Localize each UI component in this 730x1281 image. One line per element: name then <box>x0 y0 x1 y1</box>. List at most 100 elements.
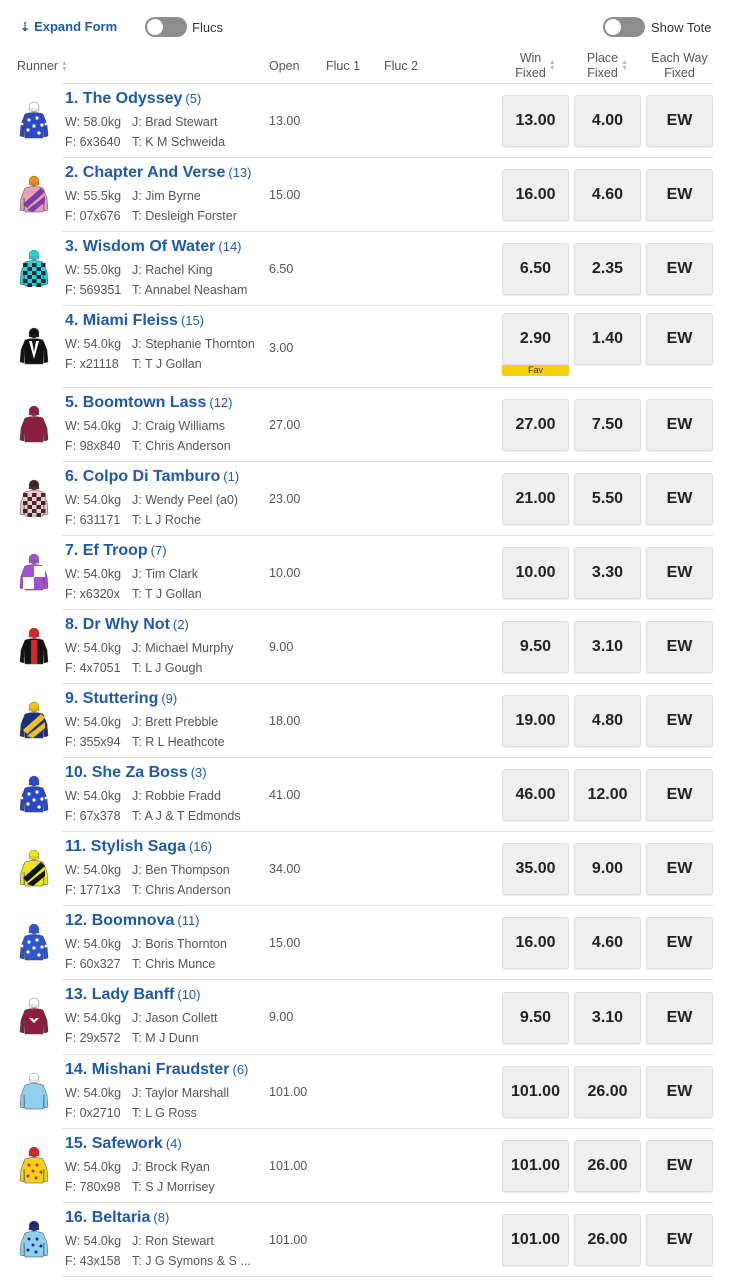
win-fixed-header[interactable]: Win Fixed ▲ ▼ <box>502 51 569 81</box>
win-fixed-button[interactable]: 101.00 <box>502 1140 569 1192</box>
win-fixed-button[interactable]: 101.00 <box>502 1214 569 1266</box>
win-fixed-button[interactable]: 21.00 <box>502 473 569 525</box>
win-fixed-button[interactable]: 19.00 <box>502 695 569 747</box>
runner-name-link[interactable]: 6. Colpo Di Tamburo (1) <box>65 468 239 486</box>
runner-name-link[interactable]: 16. Beltaria (8) <box>65 1209 169 1227</box>
win-fixed-button[interactable]: 9.50 <box>502 621 569 673</box>
form-text: F: x21118 <box>65 357 119 371</box>
expand-form-button[interactable]: ⇣ Expand Form <box>20 19 117 34</box>
place-fixed-button[interactable]: 12.00 <box>574 769 641 821</box>
place-header-line2: Fixed <box>587 66 618 80</box>
place-fixed-header[interactable]: Place Fixed ▲ ▼ <box>574 51 641 81</box>
place-fixed-button[interactable]: 2.35 <box>574 243 641 295</box>
place-header-line1: Place <box>586 51 619 65</box>
jockey-text: J: Rachel King <box>132 263 213 277</box>
each-way-button[interactable]: EW <box>646 917 713 969</box>
each-way-button[interactable]: EW <box>646 473 713 525</box>
runner-name-link[interactable]: 10. She Za Boss (3) <box>65 764 207 782</box>
each-way-button[interactable]: EW <box>646 843 713 895</box>
place-fixed-button[interactable]: 7.50 <box>574 399 641 451</box>
each-way-button[interactable]: EW <box>646 621 713 673</box>
sort-icon: ▲ ▼ <box>548 59 556 72</box>
each-way-button[interactable]: EW <box>646 769 713 821</box>
runner-name-link[interactable]: 13. Lady Banff (10) <box>65 986 200 1004</box>
win-fixed-button[interactable]: 2.90 <box>502 313 569 365</box>
each-way-button[interactable]: EW <box>646 1214 713 1266</box>
runner-name-link[interactable]: 14. Mishani Fraudster (6) <box>65 1061 248 1079</box>
jockey-silk-icon <box>17 248 51 288</box>
form-text: F: 98x840 <box>65 439 121 453</box>
each-way-button[interactable]: EW <box>646 992 713 1044</box>
runner-name-link[interactable]: 4. Miami Fleiss (15) <box>65 312 204 330</box>
place-fixed-button[interactable]: 3.10 <box>574 992 641 1044</box>
runner-name: 7. Ef Troop <box>65 542 148 559</box>
place-fixed-button[interactable]: 26.00 <box>574 1140 641 1192</box>
runner-name-link[interactable]: 7. Ef Troop (7) <box>65 542 167 560</box>
ew-header-line2: Fixed <box>664 66 695 80</box>
weight-text: W: 54.0kg <box>65 1234 122 1248</box>
runner-name-link[interactable]: 12. Boomnova (11) <box>65 912 200 930</box>
jockey-text: J: Jim Byrne <box>132 189 201 203</box>
jockey-text: J: Brock Ryan <box>132 1160 210 1174</box>
runner-name-link[interactable]: 2. Chapter And Verse (13) <box>65 164 251 182</box>
place-fixed-button[interactable]: 4.80 <box>574 695 641 747</box>
each-way-button[interactable]: EW <box>646 95 713 147</box>
each-way-button[interactable]: EW <box>646 547 713 599</box>
win-fixed-button[interactable]: 35.00 <box>502 843 569 895</box>
runner-name-link[interactable]: 3. Wisdom Of Water (14) <box>65 238 242 256</box>
runner-name: 10. She Za Boss <box>65 764 188 781</box>
each-way-button[interactable]: EW <box>646 399 713 451</box>
weight-text: W: 54.0kg <box>65 1011 122 1025</box>
win-fixed-button[interactable]: 16.00 <box>502 917 569 969</box>
runner-name-link[interactable]: 8. Dr Why Not (2) <box>65 616 189 634</box>
each-way-button[interactable]: EW <box>646 1066 713 1118</box>
win-fixed-button[interactable]: 10.00 <box>502 547 569 599</box>
place-fixed-button[interactable]: 1.40 <box>574 313 641 365</box>
place-fixed-button[interactable]: 4.60 <box>574 917 641 969</box>
show-tote-toggle[interactable] <box>603 17 645 37</box>
jockey-silk-icon <box>17 1145 51 1185</box>
jockey-text: J: Boris Thornton <box>132 937 227 951</box>
win-fixed-button[interactable]: 9.50 <box>502 992 569 1044</box>
place-fixed-button[interactable]: 5.50 <box>574 473 641 525</box>
open-price: 27.00 <box>269 418 301 432</box>
win-fixed-button[interactable]: 16.00 <box>502 169 569 221</box>
runner-sort-header[interactable]: Runner ▲ ▼ <box>17 59 68 73</box>
jockey-text: J: Tim Clark <box>132 567 198 581</box>
runner-name-link[interactable]: 9. Stuttering (9) <box>65 690 177 708</box>
form-text: F: x6320x <box>65 587 120 601</box>
place-fixed-button[interactable]: 26.00 <box>574 1066 641 1118</box>
win-fixed-button[interactable]: 27.00 <box>502 399 569 451</box>
open-price: 101.00 <box>269 1085 308 1099</box>
each-way-button[interactable]: EW <box>646 243 713 295</box>
win-fixed-button[interactable]: 46.00 <box>502 769 569 821</box>
weight-text: W: 54.0kg <box>65 419 122 433</box>
win-fixed-button[interactable]: 6.50 <box>502 243 569 295</box>
form-text: F: 1771x3 <box>65 883 121 897</box>
runner-name-link[interactable]: 15. Safework (4) <box>65 1135 182 1153</box>
each-way-button[interactable]: EW <box>646 695 713 747</box>
place-fixed-button[interactable]: 3.10 <box>574 621 641 673</box>
runner-name-link[interactable]: 1. The Odyssey (5) <box>65 90 201 108</box>
jockey-silk-icon <box>17 1071 51 1111</box>
each-way-button[interactable]: EW <box>646 313 713 365</box>
win-fixed-button[interactable]: 101.00 <box>502 1066 569 1118</box>
runner-row: 2. Chapter And Verse (13) W: 55.5kg J: Ji… <box>0 158 730 232</box>
win-fixed-button[interactable]: 13.00 <box>502 95 569 147</box>
flucs-toggle[interactable] <box>145 17 187 37</box>
place-fixed-button[interactable]: 26.00 <box>574 1214 641 1266</box>
place-fixed-button[interactable]: 9.00 <box>574 843 641 895</box>
trainer-text: T: L G Ross <box>132 1106 197 1120</box>
barrier-number: (10) <box>177 987 201 1002</box>
each-way-button[interactable]: EW <box>646 169 713 221</box>
place-fixed-button[interactable]: 4.60 <box>574 169 641 221</box>
each-way-button[interactable]: EW <box>646 1140 713 1192</box>
barrier-number: (11) <box>177 913 200 928</box>
jockey-silk-icon <box>17 996 51 1036</box>
runner-name-link[interactable]: 11. Stylish Saga (16) <box>65 838 212 856</box>
place-fixed-button[interactable]: 4.00 <box>574 95 641 147</box>
toolbar: ⇣ Expand Form Flucs Show Tote <box>0 0 730 52</box>
runner-name-link[interactable]: 5. Boomtown Lass (12) <box>65 394 232 412</box>
place-fixed-button[interactable]: 3.30 <box>574 547 641 599</box>
weight-text: W: 54.0kg <box>65 863 122 877</box>
